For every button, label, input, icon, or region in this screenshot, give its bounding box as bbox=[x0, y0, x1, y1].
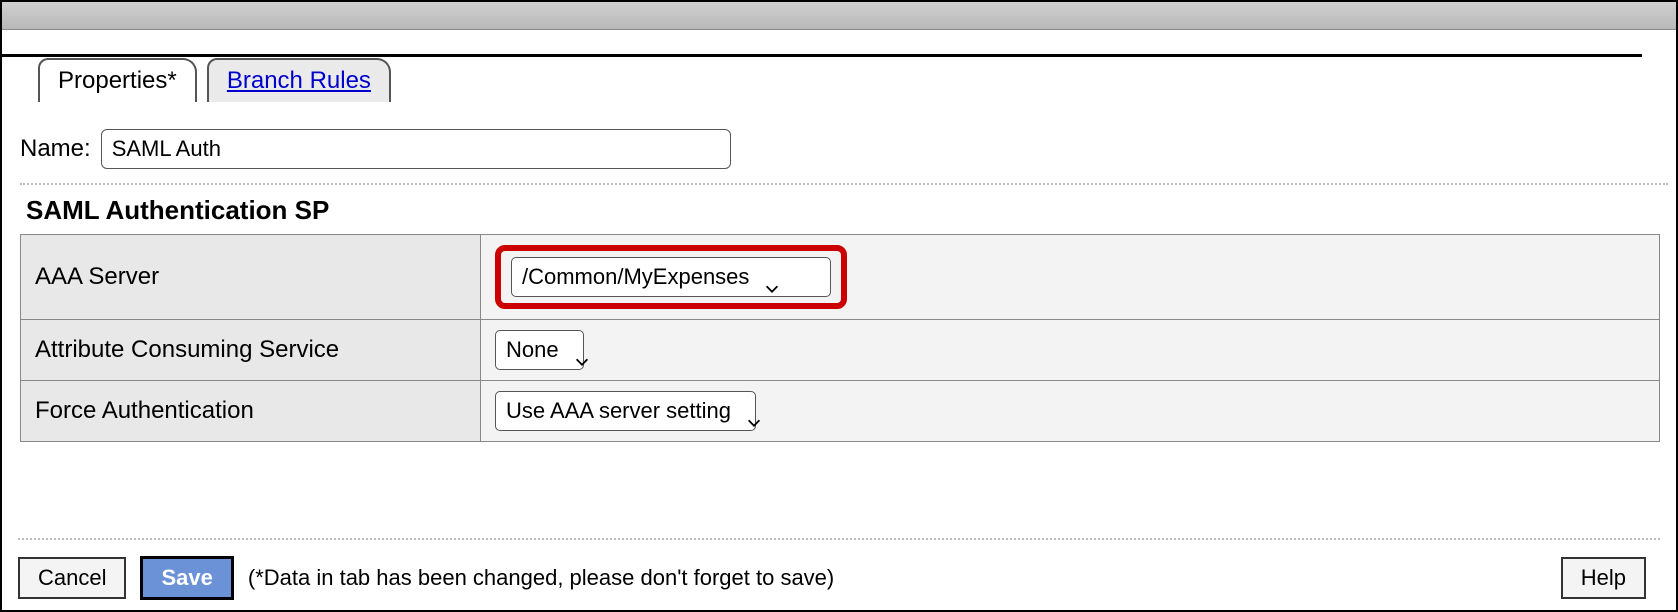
divider-top bbox=[20, 183, 1668, 185]
footer-row: Cancel Save (*Data in tab has been chang… bbox=[18, 556, 1660, 600]
tab-branch-rules[interactable]: Branch Rules bbox=[207, 58, 391, 102]
tab-properties-label: Properties* bbox=[58, 67, 177, 94]
tabstrip: Properties* Branch Rules bbox=[38, 56, 1668, 104]
force-auth-value: Use AAA server setting bbox=[506, 398, 731, 424]
row-force-auth: Force Authentication Use AAA server sett… bbox=[21, 381, 1660, 442]
footer: Cancel Save (*Data in tab has been chang… bbox=[2, 526, 1676, 600]
aaa-server-highlight: /Common/MyExpenses bbox=[495, 245, 847, 309]
acs-select[interactable]: None bbox=[495, 330, 584, 370]
unsaved-message: (*Data in tab has been changed, please d… bbox=[248, 565, 834, 591]
content-area: Properties* Branch Rules Name: SAML Auth… bbox=[2, 30, 1676, 442]
name-row: Name: bbox=[20, 129, 1668, 169]
row-aaa-server: AAA Server /Common/MyExpenses bbox=[21, 235, 1660, 320]
config-window: Properties* Branch Rules Name: SAML Auth… bbox=[0, 0, 1678, 612]
tabstrip-underline bbox=[2, 54, 1642, 57]
titlebar bbox=[2, 2, 1676, 30]
save-button[interactable]: Save bbox=[140, 556, 233, 600]
name-input[interactable] bbox=[101, 129, 731, 169]
section-title: SAML Authentication SP bbox=[26, 195, 1668, 226]
name-label: Name: bbox=[20, 135, 91, 163]
value-acs: None bbox=[481, 320, 1660, 381]
divider-footer bbox=[18, 538, 1660, 540]
label-aaa-server: AAA Server bbox=[21, 235, 481, 320]
value-force-auth: Use AAA server setting bbox=[481, 381, 1660, 442]
acs-value: None bbox=[506, 337, 559, 363]
tab-branch-rules-link[interactable]: Branch Rules bbox=[227, 67, 371, 94]
label-acs: Attribute Consuming Service bbox=[21, 320, 481, 381]
properties-table: AAA Server /Common/MyExpenses Attribute … bbox=[20, 234, 1660, 442]
aaa-server-value: /Common/MyExpenses bbox=[522, 264, 749, 290]
cancel-button[interactable]: Cancel bbox=[18, 557, 126, 599]
tab-properties[interactable]: Properties* bbox=[38, 58, 197, 102]
aaa-server-select[interactable]: /Common/MyExpenses bbox=[511, 257, 831, 297]
help-button[interactable]: Help bbox=[1561, 557, 1646, 599]
force-auth-select[interactable]: Use AAA server setting bbox=[495, 391, 756, 431]
row-acs: Attribute Consuming Service None bbox=[21, 320, 1660, 381]
label-force-auth: Force Authentication bbox=[21, 381, 481, 442]
value-aaa-server: /Common/MyExpenses bbox=[481, 235, 1660, 320]
